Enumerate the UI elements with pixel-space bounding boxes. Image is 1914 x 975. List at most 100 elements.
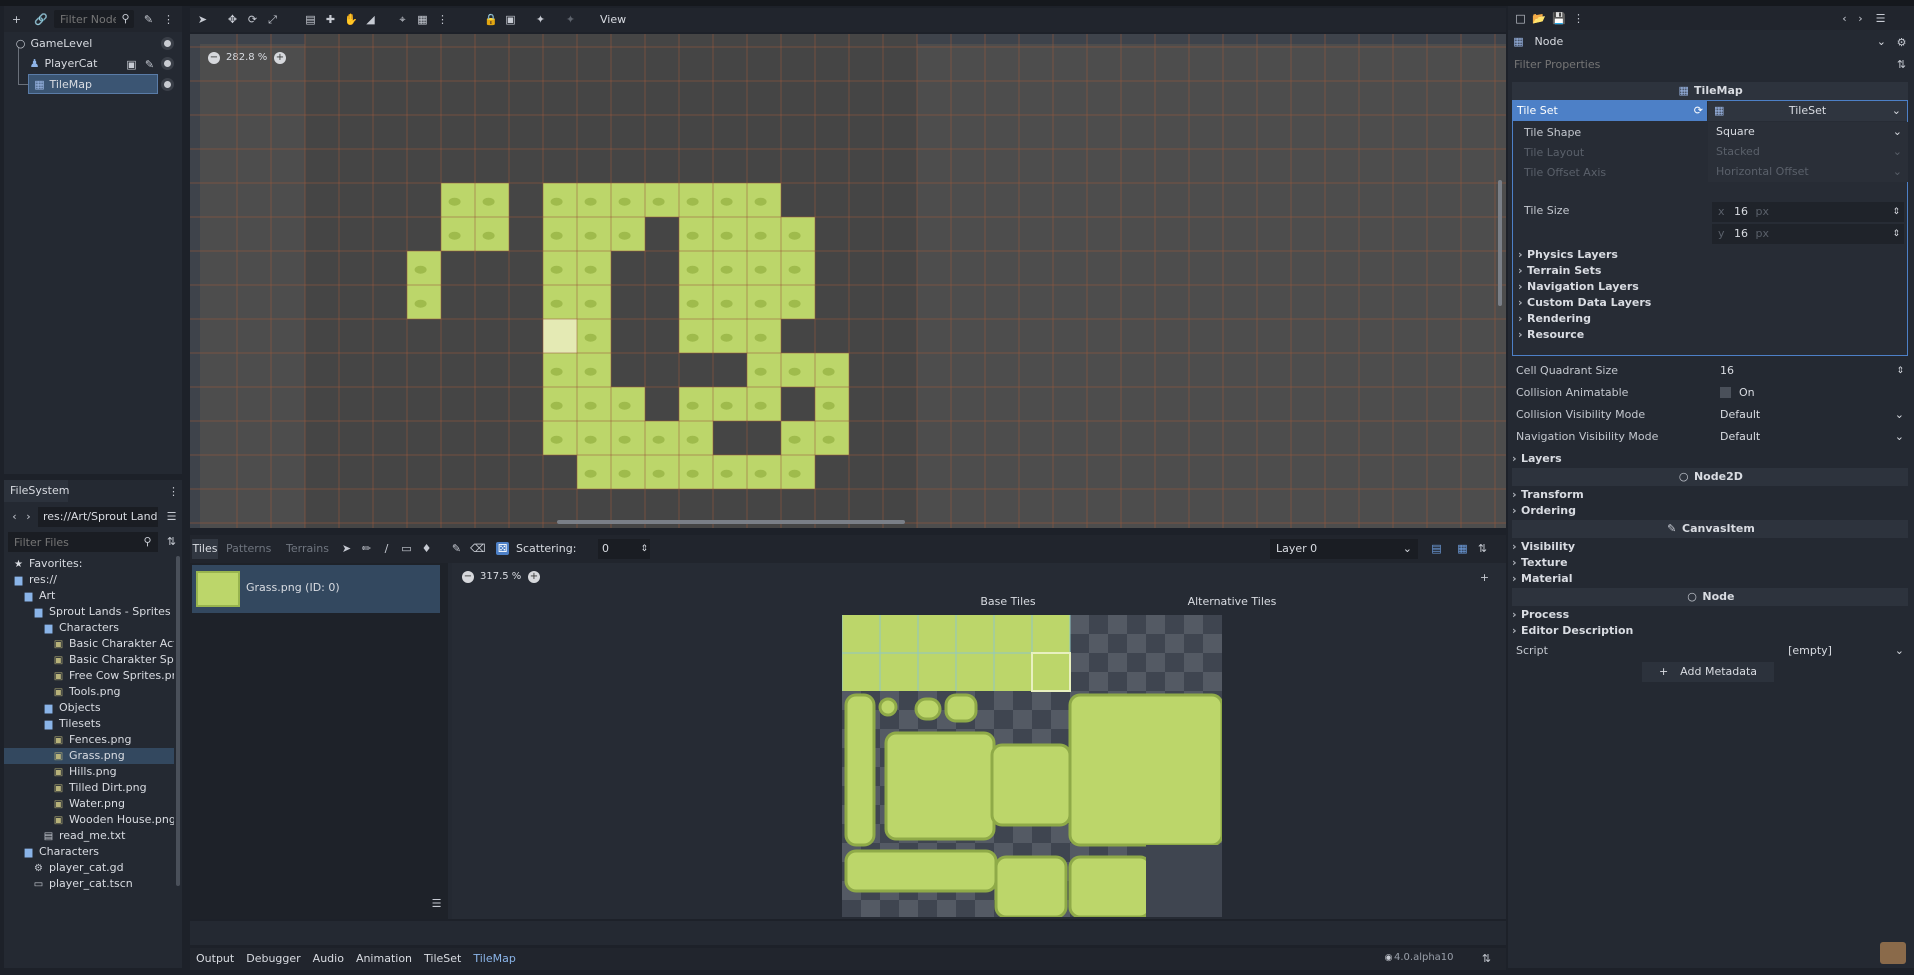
file-item[interactable]: ▤ read_me.txt [4, 828, 174, 844]
tree-item-tilemap[interactable]: ▦ TileMap [28, 74, 158, 94]
pin-icon[interactable]: ⇅ [1480, 952, 1493, 965]
scrollbar[interactable] [176, 556, 180, 886]
history-forward-icon[interactable]: › [1854, 12, 1867, 25]
subsection-resource[interactable]: › Resource [1518, 326, 1908, 344]
file-item[interactable]: ★ Favorites: [4, 556, 174, 572]
script-value[interactable]: [empty] [1712, 640, 1908, 662]
scale-tool-icon[interactable]: ⤢ [266, 13, 279, 26]
bottom-tab-debugger[interactable]: Debugger [246, 952, 300, 965]
file-item[interactable]: ▆ Objects [4, 700, 174, 716]
property-value-field[interactable]: On [1712, 382, 1908, 404]
menu-icon[interactable]: ⋮ [1572, 12, 1585, 25]
split-mode-icon[interactable]: ☰ [165, 510, 178, 523]
tree-item-gamelevel[interactable]: ○ GameLevel [4, 34, 182, 54]
filter-properties-field[interactable] [1512, 54, 1892, 74]
eraser-icon[interactable]: ⌫ [470, 542, 486, 555]
file-item[interactable]: ▭ player_cat.tscn [4, 876, 174, 892]
menu-icon[interactable]: ⋮ [167, 485, 180, 498]
property-dropdown[interactable]: Stacked ⌄ [1708, 142, 1908, 162]
link-icon[interactable]: 🔗 [34, 13, 48, 26]
script-icon[interactable]: ✎ [142, 13, 155, 26]
add-icon[interactable]: + [1478, 571, 1491, 584]
file-item[interactable]: ▣ Tools.png [4, 684, 174, 700]
file-item[interactable]: ▣ Wooden House.png [4, 812, 174, 828]
move-tool-icon[interactable]: ✥ [226, 13, 239, 26]
file-item[interactable]: ▆ Characters [4, 620, 174, 636]
file-item[interactable]: ⚙ player_cat.gd [4, 860, 174, 876]
back-arrow-icon[interactable]: ‹ [8, 510, 21, 523]
load-resource-icon[interactable]: 📂 [1532, 12, 1546, 25]
rect-icon[interactable]: ▭ [400, 542, 413, 555]
sort-icon[interactable]: ⇅ [1476, 542, 1489, 555]
spin-arrows-icon[interactable]: ⇕ [640, 539, 648, 559]
tab-tiles[interactable]: Tiles [192, 539, 218, 559]
property-dropdown[interactable]: Horizontal Offset ⌄ [1708, 162, 1908, 182]
property-value-field[interactable]: 16 ⇕ [1712, 360, 1908, 382]
bottom-tab-animation[interactable]: Animation [356, 952, 412, 965]
lock-icon[interactable]: 🔒 [484, 13, 498, 26]
picker-icon[interactable]: ✎ [450, 542, 463, 555]
source-item[interactable]: Grass.png (ID: 0) [192, 565, 440, 613]
eye-icon[interactable] [161, 57, 174, 70]
file-item[interactable]: ▣ Water.png [4, 796, 174, 812]
highlight-layer-icon[interactable]: ▤ [1430, 542, 1443, 555]
source-menu-icon[interactable]: ☰ [430, 897, 443, 910]
add-node-icon[interactable]: + [10, 13, 23, 26]
atlas-texture[interactable] [842, 615, 1222, 917]
filter-properties-input[interactable] [1512, 54, 1882, 74]
filesystem-tab[interactable]: FileSystem [4, 480, 69, 502]
file-item[interactable]: ▣ Basic Charakter Action [4, 636, 174, 652]
more-icon[interactable]: ⋮ [436, 13, 449, 26]
filter-node-input[interactable] [54, 10, 116, 28]
tab-patterns[interactable]: Patterns [226, 539, 271, 559]
history-back-icon[interactable]: ‹ [1838, 12, 1851, 25]
tab-terrains[interactable]: Terrains [286, 539, 329, 559]
tilemap-canvas[interactable] [190, 34, 1506, 528]
list-select-icon[interactable]: ▤ [304, 13, 317, 26]
layer-select[interactable]: Layer 0 ⌄ [1270, 539, 1418, 559]
add-metadata-button[interactable]: + Add Metadata [1642, 662, 1774, 682]
script-icon[interactable]: ⚙ [1895, 36, 1908, 49]
paint-icon[interactable]: ✏ [360, 542, 373, 555]
ruler-icon[interactable]: ◢ [364, 13, 377, 26]
view-menu[interactable]: View [600, 13, 626, 26]
line-icon[interactable]: ∕ [380, 542, 393, 555]
file-item[interactable]: ▣ Tilled Dirt.png [4, 780, 174, 796]
random-tile-icon[interactable]: ⚄ [496, 542, 509, 555]
zoom-out-icon[interactable]: − [462, 571, 474, 583]
bottom-tab-output[interactable]: Output [196, 952, 234, 965]
h-scrollbar[interactable] [557, 520, 905, 524]
group-icon[interactable]: ▣ [504, 13, 517, 26]
path-field[interactable]: res://Art/Sprout Lands [38, 507, 158, 527]
new-resource-icon[interactable]: □ [1514, 12, 1527, 25]
file-item[interactable]: ▣ Hills.png [4, 764, 174, 780]
rotate-tool-icon[interactable]: ⟳ [246, 13, 259, 26]
section-material[interactable]: › Material [1512, 570, 1908, 588]
grid-snap-icon[interactable]: ▦ [416, 13, 429, 26]
menu-icon[interactable]: ⋮ [162, 13, 175, 26]
file-item[interactable]: ▆ Art [4, 588, 174, 604]
filter-node-field[interactable]: ⚲ [54, 10, 134, 28]
tileset-property[interactable]: Tile Set ⟳ [1513, 101, 1707, 121]
zoom-in-icon[interactable]: + [528, 571, 540, 583]
file-item[interactable]: ▣ Free Cow Sprites.png [4, 668, 174, 684]
property-value-field[interactable]: Default ⌄ [1712, 426, 1908, 448]
file-item[interactable]: ▆ Characters [4, 844, 174, 860]
select-tool-icon[interactable]: ➤ [196, 13, 209, 26]
file-item[interactable]: ▆ Tilesets [4, 716, 174, 732]
eye-icon[interactable] [161, 37, 174, 50]
spin-arrows-icon[interactable]: ⇕ [1892, 202, 1900, 222]
file-item[interactable]: ▣ Grass.png [4, 748, 174, 764]
grid-toggle-icon[interactable]: ▦ [1456, 542, 1469, 555]
bottom-tab-audio[interactable]: Audio [313, 952, 344, 965]
tile-size-y[interactable]: y 16 px ⇕ [1712, 224, 1904, 244]
property-sort-icon[interactable]: ⇅ [1895, 58, 1908, 71]
file-item[interactable]: ▣ Fences.png [4, 732, 174, 748]
property-value-field[interactable]: Default ⌄ [1712, 404, 1908, 426]
bottom-tab-tilemap[interactable]: TileMap [473, 952, 515, 965]
snap-icon[interactable]: ⌖ [396, 13, 409, 26]
file-item[interactable]: ▣ Basic Charakter Sprite [4, 652, 174, 668]
section-layers[interactable]: › Layers [1512, 450, 1908, 468]
bucket-icon[interactable]: ♦ [420, 542, 433, 555]
pan-tool-icon[interactable]: ✋ [344, 13, 358, 26]
